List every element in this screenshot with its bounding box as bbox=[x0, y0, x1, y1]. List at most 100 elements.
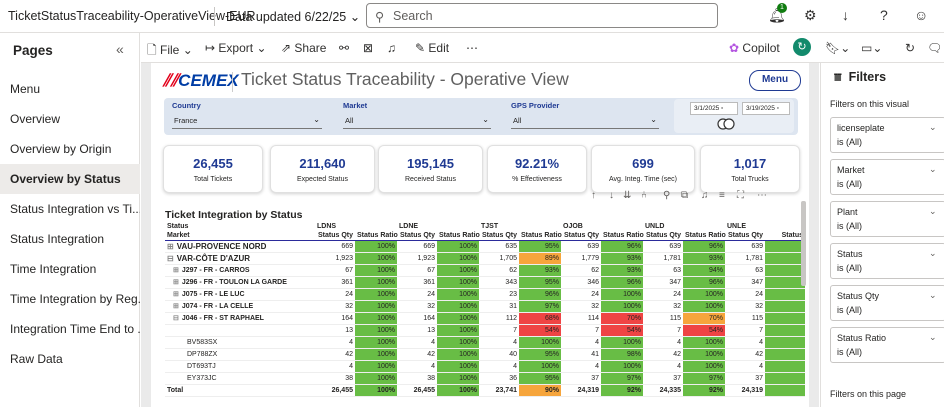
column-header-ratio[interactable]: Status Ratio bbox=[601, 222, 644, 241]
share-button[interactable]: ⇗ Share bbox=[281, 41, 326, 55]
matrix-scrollbar[interactable] bbox=[801, 201, 806, 286]
expand-all-down-icon[interactable]: ⇊ bbox=[623, 190, 631, 201]
collapse-icon[interactable]: ⊟ bbox=[173, 315, 179, 322]
filter-icon[interactable]: ≡ bbox=[719, 190, 725, 201]
chevron-down-icon[interactable]: ⌄ bbox=[929, 248, 937, 259]
matrix-row[interactable]: DP788ZX 42 100% 42 100% 40 95% 41 98% 42 100% 42 bbox=[165, 348, 805, 361]
more-options-icon[interactable]: ⋯ bbox=[757, 190, 767, 201]
column-header-qty[interactable]: LDNE Status Qty bbox=[397, 222, 437, 241]
date-to-input[interactable]: 3/19/2025 ▫ bbox=[742, 102, 790, 115]
expand-icon[interactable]: ⊞ bbox=[173, 267, 179, 274]
column-header-ratio[interactable]: Status Ratio bbox=[355, 222, 398, 241]
row-label[interactable]: ⊞ J074 - FR - LA CELLE bbox=[165, 300, 315, 313]
column-header-qty[interactable]: UNLD Status Qty bbox=[643, 222, 683, 241]
row-label[interactable]: ⊞ VAU-PROVENCE NORD bbox=[165, 240, 315, 253]
chevron-down-icon[interactable]: ⌄ bbox=[929, 164, 937, 175]
row-label[interactable]: ⊞ J297 - FR - CARROS bbox=[165, 264, 315, 277]
row-label[interactable]: EY373JC bbox=[165, 372, 315, 385]
gear-icon[interactable]: ⚙ bbox=[804, 7, 817, 24]
market-select[interactable]: All ⌄ bbox=[343, 115, 491, 129]
matrix-row[interactable]: ⊟ VAR-CÔTE D'AZUR 1,923 100% 1,923 100% 1,705 8… bbox=[165, 252, 805, 265]
collapse-icon[interactable]: ⊟ bbox=[167, 254, 174, 263]
alert-bell-icon[interactable]: ♫ bbox=[387, 41, 396, 55]
edit-button[interactable]: ✎ Edit bbox=[415, 41, 449, 55]
country-select[interactable]: France ⌄ bbox=[172, 115, 322, 129]
column-header-ratio[interactable]: Status Ratio bbox=[683, 222, 726, 241]
view-icon[interactable]: ▭⌄ bbox=[861, 41, 882, 55]
matrix-row[interactable]: DT693TJ 4 100% 4 100% 4 100% 4 100% 4 100% 4 bbox=[165, 360, 805, 373]
column-header-qty[interactable]: UNLE Status Qty bbox=[725, 222, 765, 241]
collapse-icon[interactable]: « bbox=[116, 41, 124, 57]
help-icon[interactable]: ? bbox=[880, 7, 888, 23]
page-overview-by-origin[interactable]: Overview by Origin bbox=[0, 134, 140, 164]
page-time-integration[interactable]: Time Integration bbox=[0, 254, 140, 284]
feedback-icon[interactable]: ☺ bbox=[914, 7, 928, 23]
page-status-integration-vs-time[interactable]: Status Integration vs Ti... bbox=[0, 194, 140, 224]
date-from-input[interactable]: 3/1/2025 ▫ bbox=[690, 102, 738, 115]
menu-button[interactable]: Menu bbox=[749, 70, 801, 91]
filter-card-status-qty[interactable]: Status Qty is (All) ⌄ bbox=[830, 285, 944, 321]
chevron-down-icon[interactable]: ⌄ bbox=[929, 332, 937, 343]
more-options-icon[interactable]: ⋯ bbox=[466, 41, 478, 55]
matrix-row[interactable]: EY373JC 38 100% 38 100% 36 95% 37 97% 37 97% 37 bbox=[165, 372, 805, 385]
matrix-row[interactable]: BV583SX 4 100% 4 100% 4 100% 4 100% 4 100% 4 bbox=[165, 336, 805, 349]
binoculars-icon[interactable]: ⚯ bbox=[339, 41, 349, 55]
matrix-row[interactable]: ⊞ J075 - FR - LE LUC 24 100% 24 100% 23 96% 24 10… bbox=[165, 288, 805, 301]
row-label[interactable]: Total bbox=[165, 384, 315, 397]
page-time-integration-by-region[interactable]: Time Integration by Reg... bbox=[0, 284, 140, 314]
row-label[interactable] bbox=[165, 324, 315, 337]
copy-icon[interactable]: ⧉ bbox=[681, 190, 688, 201]
expand-icon[interactable]: ⊞ bbox=[173, 303, 179, 310]
alert-icon[interactable]: ♫ bbox=[701, 190, 709, 201]
column-header-qty[interactable]: LDNS Status Qty bbox=[315, 222, 355, 241]
gps-provider-select[interactable]: All ⌄ bbox=[511, 115, 659, 129]
search-input[interactable]: Search bbox=[393, 9, 433, 23]
row-label[interactable]: ⊞ J075 - FR - LE LUC bbox=[165, 288, 315, 301]
filter-card-market[interactable]: Market is (All) ⌄ bbox=[830, 159, 944, 195]
bookmark-icon[interactable]: 🔖︎⌄ bbox=[825, 41, 850, 55]
drill-up-icon[interactable]: ↑ bbox=[591, 190, 596, 201]
page-integration-time-end-to-end[interactable]: Integration Time End to ... bbox=[0, 314, 140, 344]
search-box[interactable]: ⚲ Search bbox=[366, 3, 718, 28]
data-updated-dropdown[interactable]: Data updated 6/22/25 ⌄ bbox=[226, 9, 360, 24]
matrix-row[interactable]: ⊞ VAU-PROVENCE NORD 669 100% 669 100% 635 95% 63… bbox=[165, 240, 805, 253]
chevron-down-icon[interactable]: ⌄ bbox=[929, 206, 937, 217]
matrix-row[interactable]: ⊞ J297 - FR - CARROS 67 100% 67 100% 62 93% 62 93… bbox=[165, 264, 805, 277]
column-header-qty[interactable]: OJOB Status Qty bbox=[561, 222, 601, 241]
comment-icon[interactable]: 🗨︎ bbox=[927, 41, 942, 55]
expand-icon[interactable]: ⊞ bbox=[173, 291, 179, 298]
page-status-integration[interactable]: Status Integration bbox=[0, 224, 140, 254]
matrix-row[interactable]: ⊟ J046 - FR - ST RAPHAEL 164 100% 164 100% 112… bbox=[165, 312, 805, 325]
column-header-status[interactable]: Status bbox=[765, 222, 805, 241]
chevron-down-icon[interactable]: ⌄ bbox=[929, 290, 937, 301]
column-header-qty[interactable]: TJST Status Qty bbox=[479, 222, 519, 241]
page-menu[interactable]: Menu bbox=[0, 74, 140, 104]
refresh-circle-icon[interactable]: ↻ bbox=[793, 38, 811, 56]
filter-card-status-ratio[interactable]: Status Ratio is (All) ⌄ bbox=[830, 327, 944, 363]
chevron-down-icon[interactable]: ⌄ bbox=[929, 122, 937, 133]
drill-down-icon[interactable]: ↓ bbox=[609, 190, 614, 201]
matrix-row[interactable]: 13 100% 13 100% 7 54% 7 54% 7 54% 7 bbox=[165, 324, 805, 337]
filter-card-plant[interactable]: Plant is (All) ⌄ bbox=[830, 201, 944, 237]
expand-level-icon[interactable]: ⑃ bbox=[641, 190, 647, 201]
matrix-row[interactable]: ⊞ J074 - FR - LA CELLE 32 100% 32 100% 31 97% 32… bbox=[165, 300, 805, 313]
row-label[interactable]: ⊟ J046 - FR - ST RAPHAEL bbox=[165, 312, 315, 325]
row-label[interactable]: ⊞ J296 - FR - TOULON LA GARDE bbox=[165, 276, 315, 289]
pin-icon[interactable]: ⚲ bbox=[663, 190, 670, 201]
row-label[interactable]: ⊟ VAR-CÔTE D'AZUR bbox=[165, 252, 315, 265]
reload-icon[interactable]: ↻ bbox=[905, 41, 915, 55]
focus-mode-icon[interactable]: ⛶ bbox=[737, 190, 744, 201]
row-label[interactable]: DP788ZX bbox=[165, 348, 315, 361]
subscribe-icon[interactable]: ⊠ bbox=[363, 41, 373, 55]
column-header-ratio[interactable]: Status Ratio bbox=[437, 222, 480, 241]
date-range-slider[interactable] bbox=[717, 118, 735, 130]
page-overview[interactable]: Overview bbox=[0, 104, 140, 134]
column-header-status-market[interactable]: Status Market bbox=[165, 222, 315, 241]
row-label[interactable]: BV583SX bbox=[165, 336, 315, 349]
filter-card-status[interactable]: Status is (All) ⌄ bbox=[830, 243, 944, 279]
matrix-total-row[interactable]: Total 26,455 100% 26,455 100% 23,741 90% 24,319… bbox=[165, 384, 805, 397]
page-raw-data[interactable]: Raw Data bbox=[0, 344, 140, 374]
page-overview-by-status[interactable]: Overview by Status bbox=[0, 164, 140, 194]
expand-icon[interactable]: ⊞ bbox=[167, 242, 174, 251]
file-menu[interactable]: 🗋 File ⌄ bbox=[147, 41, 193, 62]
